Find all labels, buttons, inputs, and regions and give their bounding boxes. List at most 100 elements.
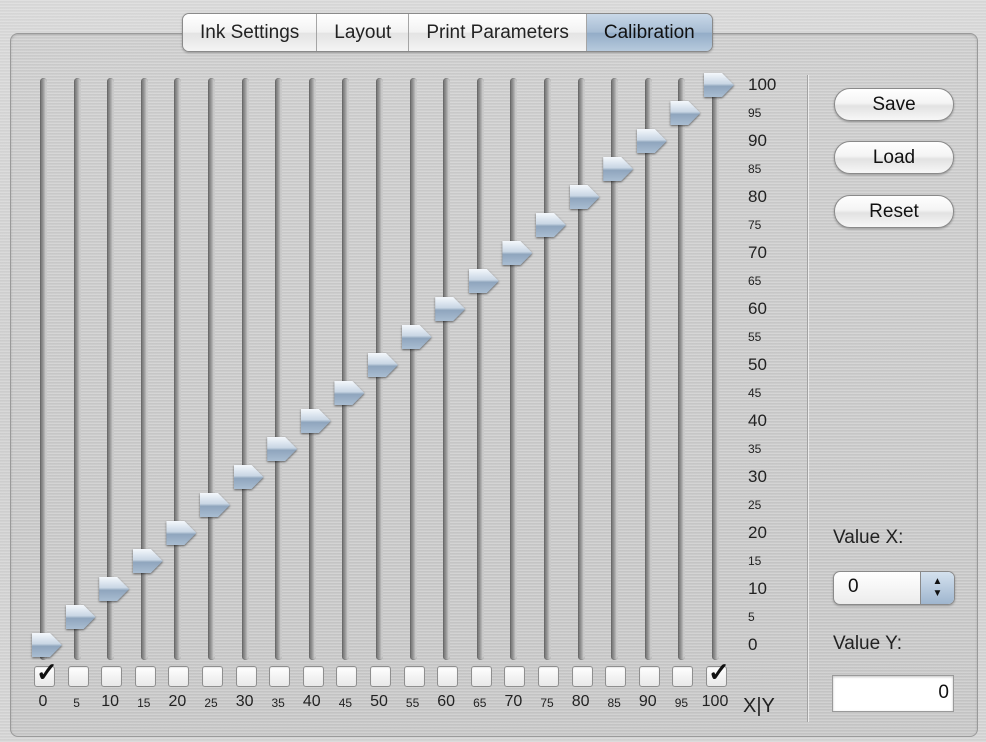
slider-track[interactable]: [577, 78, 585, 660]
slider-track[interactable]: [544, 78, 551, 660]
slider-thumb[interactable]: [468, 269, 499, 293]
y-axis-label: 50: [748, 355, 767, 374]
point-checkbox[interactable]: [504, 666, 526, 687]
slider-track[interactable]: [73, 78, 81, 660]
slider-thumb[interactable]: [569, 185, 600, 209]
point-checkbox[interactable]: [67, 666, 89, 687]
slider-thumb[interactable]: [636, 129, 667, 153]
y-axis-label: 100: [748, 75, 777, 94]
slider-track[interactable]: [107, 78, 115, 660]
point-checkbox[interactable]: [437, 666, 459, 687]
x-axis-label: 40: [302, 693, 321, 710]
point-checkbox[interactable]: [202, 666, 223, 687]
x-axis-label: 100: [701, 693, 729, 710]
slider-track[interactable]: [241, 78, 249, 660]
slider-thumb[interactable]: [670, 101, 701, 125]
reset-button[interactable]: Reset: [834, 195, 954, 228]
point-checkbox[interactable]: [269, 666, 291, 687]
y-axis-label: 0: [748, 635, 758, 654]
y-axis-label: 70: [748, 243, 767, 262]
slider-track[interactable]: [174, 78, 182, 660]
slider-thumb[interactable]: [132, 549, 163, 573]
slider-track[interactable]: [409, 78, 417, 660]
value-y-label: Value Y:: [833, 633, 903, 654]
slider-thumb[interactable]: [300, 409, 331, 433]
slider-thumb-shape: [401, 325, 432, 349]
slider-thumb[interactable]: [166, 521, 197, 545]
checkmark-icon: ✓: [708, 657, 730, 687]
y-axis-label: 85: [748, 162, 762, 176]
point-checkbox[interactable]: [302, 666, 324, 687]
y-axis-label: 95: [748, 106, 762, 120]
x-axis-label: 95: [674, 696, 689, 710]
point-checkbox[interactable]: [571, 666, 593, 687]
point-checkbox[interactable]: [370, 666, 391, 687]
slider-track[interactable]: [308, 78, 316, 660]
point-checkbox[interactable]: [336, 666, 358, 687]
point-checkbox[interactable]: [672, 666, 694, 687]
tab-calibration[interactable]: Calibration: [586, 14, 712, 51]
slider-thumb[interactable]: [32, 633, 62, 657]
slider-thumb-shape: [468, 269, 499, 293]
slider-track[interactable]: [40, 78, 47, 660]
point-checkbox[interactable]: [134, 666, 156, 687]
x-axis-label: 65: [473, 696, 487, 710]
point-checkbox[interactable]: [605, 666, 627, 687]
load-button[interactable]: Load: [834, 141, 954, 174]
y-axis-label: 55: [748, 330, 762, 344]
point-checkbox[interactable]: ✓: [706, 659, 730, 687]
point-checkbox[interactable]: [470, 666, 492, 687]
value-x-stepper[interactable]: 0 ▲ ▼: [833, 571, 955, 605]
slider-track[interactable]: [712, 78, 719, 660]
point-checkbox[interactable]: [101, 666, 123, 687]
y-axis-label: 40: [748, 411, 767, 430]
value-y-field[interactable]: 0: [832, 675, 954, 712]
slider-track[interactable]: [443, 78, 451, 660]
slider-track[interactable]: [644, 78, 652, 660]
save-button[interactable]: Save: [834, 88, 954, 121]
value-x-value: 0: [848, 576, 859, 597]
slider-track[interactable]: [208, 78, 215, 660]
tab-print-parameters[interactable]: Print Parameters: [409, 14, 587, 51]
slider-thumb[interactable]: [99, 577, 130, 601]
slider-thumb[interactable]: [65, 605, 96, 629]
point-checkbox[interactable]: [168, 666, 190, 687]
slider-thumb-shape: [368, 353, 398, 377]
calibration-panel: [10, 33, 978, 737]
slider-thumb[interactable]: [536, 213, 566, 237]
point-checkbox[interactable]: [638, 666, 660, 687]
slider-thumb[interactable]: [267, 437, 298, 461]
slider-thumb[interactable]: [435, 297, 466, 321]
slider-thumb[interactable]: [233, 465, 264, 489]
point-checkbox[interactable]: [403, 666, 425, 687]
slider-thumb[interactable]: [334, 381, 365, 405]
y-axis-label: 65: [748, 274, 762, 288]
point-checkbox[interactable]: [538, 666, 559, 687]
x-axis-label: 5: [73, 696, 80, 710]
x-axis-label: 20: [168, 693, 187, 710]
slider-track[interactable]: [510, 78, 518, 660]
checkmark-icon: ✓: [36, 657, 58, 687]
slider-track[interactable]: [678, 78, 686, 660]
axis-corner-label: X|Y: [743, 695, 775, 717]
slider-thumb-shape: [435, 297, 466, 321]
x-axis-label: 85: [607, 696, 621, 710]
slider-thumb[interactable]: [200, 493, 230, 517]
slider-thumb[interactable]: [502, 241, 533, 265]
point-checkbox[interactable]: [235, 666, 257, 687]
slider-thumb[interactable]: [603, 157, 634, 181]
y-axis-label: 30: [748, 467, 767, 486]
stepper-arrows-icon[interactable]: ▲ ▼: [920, 572, 954, 604]
tab-ink-settings[interactable]: Ink Settings: [183, 14, 318, 51]
slider-thumb[interactable]: [401, 325, 432, 349]
slider-track[interactable]: [342, 78, 350, 660]
slider-track[interactable]: [476, 78, 484, 660]
slider-thumb-shape: [569, 185, 600, 209]
slider-track[interactable]: [275, 78, 283, 660]
slider-thumb-shape: [636, 129, 667, 153]
slider-thumb-shape: [334, 381, 365, 405]
slider-thumb[interactable]: [368, 353, 398, 377]
point-checkbox[interactable]: ✓: [34, 659, 58, 687]
slider-thumb[interactable]: [704, 73, 734, 97]
tab-layout[interactable]: Layout: [317, 14, 410, 51]
